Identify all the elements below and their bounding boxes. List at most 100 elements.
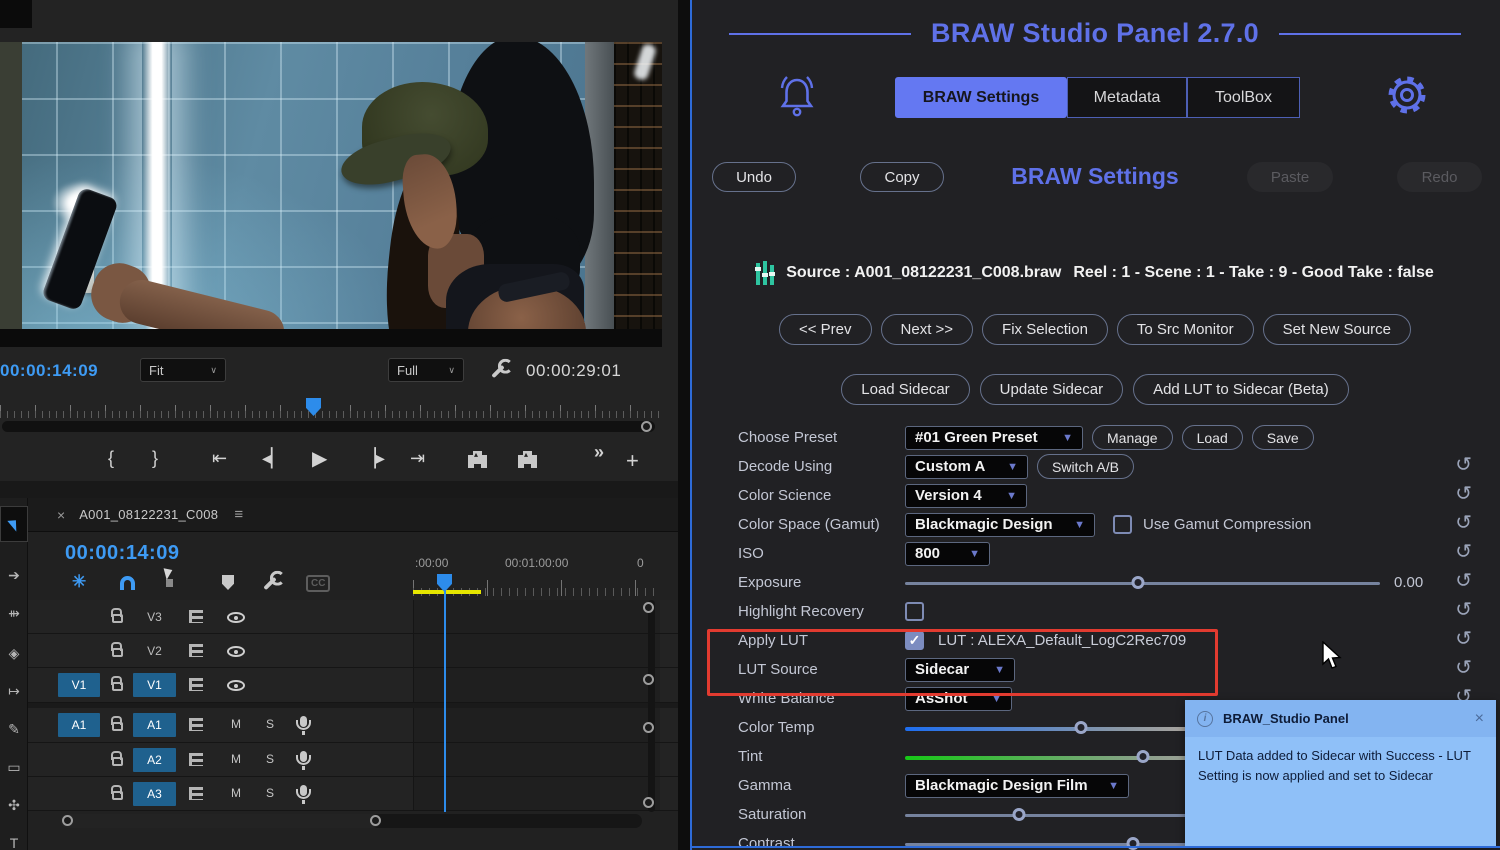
- lock-icon[interactable]: [112, 614, 123, 623]
- voiceover-mic-icon[interactable]: [300, 751, 307, 762]
- monitor-scrollbar[interactable]: [2, 421, 655, 432]
- mute-button[interactable]: M: [231, 717, 241, 731]
- solo-button[interactable]: S: [266, 752, 274, 766]
- reset-icon[interactable]: ↺: [1455, 513, 1472, 533]
- decode-dropdown[interactable]: Custom A▼: [905, 455, 1028, 479]
- captions-cc-icon[interactable]: CC: [306, 575, 330, 592]
- reset-icon[interactable]: ↺: [1455, 571, 1472, 591]
- go-to-in-button[interactable]: ⇤: [212, 448, 227, 469]
- track-select-v2[interactable]: V2: [133, 639, 176, 663]
- lock-icon[interactable]: [112, 757, 123, 766]
- preset-dropdown[interactable]: #01 Green Preset▼: [905, 426, 1083, 450]
- snap-magnet-icon[interactable]: [120, 576, 135, 590]
- timeline-playhead-line[interactable]: [444, 574, 446, 812]
- timeline-ruler[interactable]: :00:00 00:01:00:00 0: [413, 540, 660, 596]
- track-select-a1[interactable]: A1: [133, 713, 176, 737]
- timeline-settings-wrench-icon[interactable]: [263, 577, 276, 590]
- sync-lock-icon[interactable]: [189, 753, 203, 766]
- track-lane[interactable]: [413, 634, 660, 667]
- scroll-handle[interactable]: [643, 674, 654, 685]
- add-lut-sidecar-button[interactable]: Add LUT to Sidecar (Beta): [1133, 374, 1349, 405]
- zoom-level-select[interactable]: Fit∨: [140, 358, 226, 382]
- track-select-v1[interactable]: V1: [133, 673, 176, 697]
- gamut-compression-checkbox[interactable]: [1113, 515, 1132, 534]
- pen-tool[interactable]: ✎: [0, 714, 28, 744]
- reset-icon[interactable]: ↺: [1455, 542, 1472, 562]
- sync-lock-icon[interactable]: [189, 718, 203, 731]
- slider-handle[interactable]: [1136, 750, 1149, 763]
- highlight-recovery-checkbox[interactable]: [905, 602, 924, 621]
- notifications-bell-icon[interactable]: [776, 72, 818, 120]
- reset-icon[interactable]: ↺: [1455, 600, 1472, 620]
- redo-button[interactable]: Redo: [1397, 162, 1482, 192]
- reset-icon[interactable]: ↺: [1455, 658, 1472, 678]
- slip-tool[interactable]: ↦: [0, 676, 28, 706]
- update-sidecar-button[interactable]: Update Sidecar: [980, 374, 1123, 405]
- solo-button[interactable]: S: [266, 717, 274, 731]
- step-back-button[interactable]: ◂▏: [262, 448, 285, 469]
- paste-button[interactable]: Paste: [1247, 162, 1333, 192]
- tab-toolbox[interactable]: ToolBox: [1187, 77, 1300, 118]
- mute-button[interactable]: M: [231, 752, 241, 766]
- tab-braw-settings[interactable]: BRAW Settings: [895, 77, 1067, 118]
- track-output-eye-icon[interactable]: [227, 646, 245, 657]
- next-button[interactable]: Next >>: [881, 314, 974, 345]
- insert-button[interactable]: [468, 455, 487, 468]
- sequence-tab[interactable]: × A001_08122231_C008 ≡: [28, 498, 678, 532]
- load-button[interactable]: Load: [1182, 425, 1243, 450]
- play-button[interactable]: ▶: [312, 446, 327, 471]
- reset-icon[interactable]: ↺: [1455, 455, 1472, 475]
- track-lane[interactable]: [413, 743, 660, 776]
- go-to-out-button[interactable]: ⇥: [410, 448, 425, 469]
- track-lane[interactable]: fx: [413, 708, 660, 742]
- track-select-v3[interactable]: V3: [133, 605, 176, 629]
- voiceover-mic-icon[interactable]: [300, 716, 307, 727]
- lock-icon[interactable]: [112, 648, 123, 657]
- apply-lut-checkbox[interactable]: [905, 631, 924, 650]
- hand-tool[interactable]: ✣: [0, 790, 28, 820]
- timeline-vertical-scrollbar[interactable]: [648, 600, 655, 812]
- playback-quality-select[interactable]: Full∨: [388, 358, 464, 382]
- load-sidecar-button[interactable]: Load Sidecar: [841, 374, 969, 405]
- lut-source-dropdown[interactable]: Sidecar▼: [905, 658, 1015, 682]
- zoom-handle-right[interactable]: [370, 815, 381, 826]
- selection-tool[interactable]: [0, 506, 28, 542]
- overwrite-button[interactable]: [518, 455, 537, 468]
- gear-settings-icon[interactable]: [1382, 70, 1432, 120]
- panel-menu-icon[interactable]: ≡: [234, 506, 243, 523]
- color-space-dropdown[interactable]: Blackmagic Design▼: [905, 513, 1095, 537]
- sync-lock-icon[interactable]: [189, 787, 203, 800]
- fix-selection-button[interactable]: Fix Selection: [982, 314, 1108, 345]
- slider-handle[interactable]: [1074, 721, 1087, 734]
- tab-metadata[interactable]: Metadata: [1067, 77, 1187, 118]
- track-select-a3[interactable]: A3: [133, 782, 176, 806]
- ripple-edit-tool[interactable]: ⇻: [0, 598, 28, 628]
- iso-dropdown[interactable]: 800▼: [905, 542, 990, 566]
- track-lane[interactable]: [413, 600, 660, 633]
- track-lane[interactable]: fx: [413, 668, 660, 702]
- scroll-handle[interactable]: [643, 797, 654, 808]
- slider-handle[interactable]: [1013, 808, 1026, 821]
- close-icon[interactable]: ×: [1475, 710, 1484, 728]
- to-src-monitor-button[interactable]: To Src Monitor: [1117, 314, 1254, 345]
- track-output-eye-icon[interactable]: [227, 612, 245, 623]
- monitor-settings-wrench-icon[interactable]: [491, 365, 504, 378]
- close-icon[interactable]: ×: [57, 507, 65, 523]
- manage-button[interactable]: Manage: [1092, 425, 1173, 450]
- track-select-a2[interactable]: A2: [133, 748, 176, 772]
- lock-icon[interactable]: [112, 682, 123, 691]
- prev-button[interactable]: << Prev: [779, 314, 872, 345]
- gamma-dropdown[interactable]: Blackmagic Design Film▼: [905, 774, 1129, 798]
- lock-icon[interactable]: [112, 722, 123, 731]
- solo-button[interactable]: S: [266, 786, 274, 800]
- sync-lock-icon[interactable]: [189, 678, 203, 691]
- step-forward-button[interactable]: ▕▸: [362, 448, 385, 469]
- track-select-tool[interactable]: ➔: [0, 560, 28, 590]
- lock-icon[interactable]: [112, 791, 123, 800]
- marker-icon[interactable]: [222, 575, 234, 590]
- exposure-slider[interactable]: [905, 576, 1380, 590]
- switch-ab-button[interactable]: Switch A/B: [1037, 454, 1134, 479]
- sync-lock-icon[interactable]: [189, 644, 203, 657]
- save-button[interactable]: Save: [1252, 425, 1314, 450]
- source-patch-v1[interactable]: V1: [58, 673, 100, 697]
